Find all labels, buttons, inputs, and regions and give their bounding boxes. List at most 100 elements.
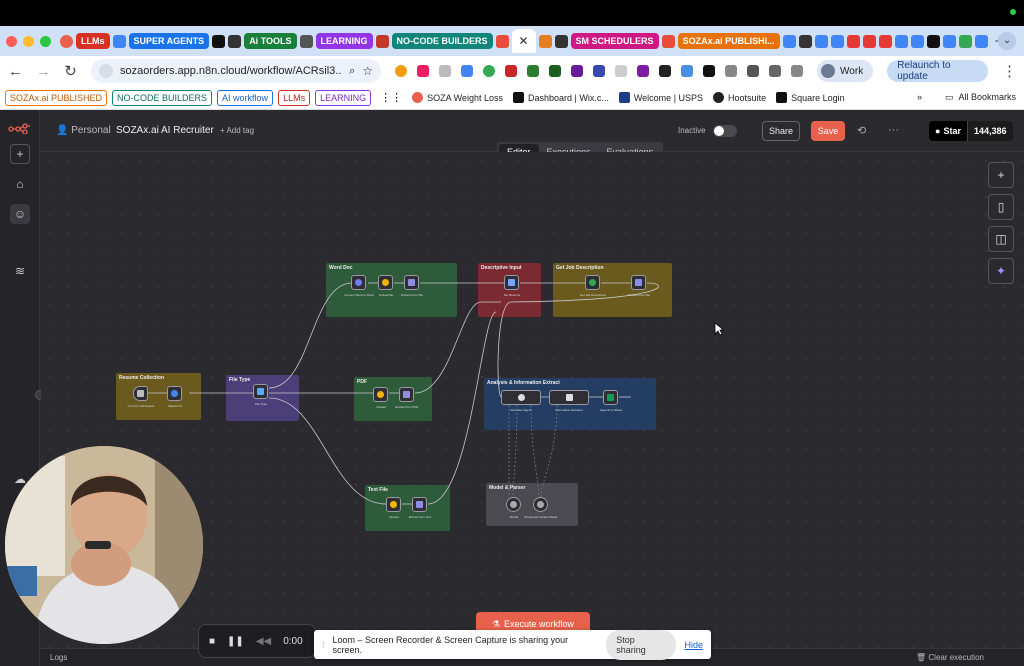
webcam-bubble[interactable] (5, 446, 203, 644)
bookmark-wix-dashboard[interactable]: Dashboard | Wix.c... (512, 92, 609, 103)
bookmark-hootsuite[interactable]: Hootsuite (713, 92, 766, 103)
downloads-icon[interactable] (791, 65, 804, 77)
bookmark-soza-weight-loss[interactable]: SOZA Weight Loss (412, 92, 503, 103)
tab-group-super-agents[interactable]: SUPER AGENTS (128, 33, 210, 49)
tab-favicon[interactable] (878, 34, 892, 48)
github-star-button[interactable]: ● Star 144,386 (929, 121, 1013, 141)
ai-assistant-icon[interactable]: ✦ (988, 258, 1014, 284)
clear-execution-button[interactable]: 🗑 Clear execution (916, 653, 984, 662)
extension-icon[interactable] (461, 65, 474, 77)
close-window-button[interactable] (6, 35, 17, 47)
add-tag-button[interactable]: + Add tag (220, 126, 254, 135)
create-icon[interactable]: + (10, 144, 30, 164)
tab-favicon[interactable] (926, 34, 940, 48)
save-button[interactable]: Save (811, 121, 845, 141)
node-output-parser[interactable] (533, 497, 548, 512)
hide-button[interactable]: Hide (684, 640, 703, 650)
group-text-file[interactable]: Text File (365, 485, 450, 531)
extension-icon[interactable] (681, 65, 694, 77)
extension-icon[interactable] (659, 65, 672, 77)
relaunch-button[interactable]: Relaunch to update (887, 60, 988, 82)
node-recruiter-agent[interactable] (501, 390, 541, 405)
node-upload-resume[interactable] (167, 386, 182, 401)
reading-list-icon[interactable] (769, 65, 782, 77)
node-set-resume[interactable] (504, 275, 519, 290)
node-get-job-description[interactable] (585, 275, 600, 290)
all-bookmarks[interactable]: » ▭ All Bookmarks (917, 92, 1016, 103)
tab-favicon[interactable] (894, 34, 908, 48)
chrome-menu-icon[interactable]: ⋮ (1002, 62, 1017, 80)
pause-icon[interactable]: ❚❚ (227, 636, 244, 647)
layers-icon[interactable]: ≋ (10, 261, 30, 281)
active-tab[interactable]: ✕ (511, 29, 536, 53)
extension-icon[interactable] (417, 65, 430, 77)
group-get-job-description[interactable]: Get Job Description (553, 263, 672, 317)
share-button[interactable]: Share (762, 121, 800, 141)
url-text[interactable]: sozaorders.app.n8n.cloud/workflow/ACRsil… (120, 65, 342, 77)
tab-favicon[interactable] (942, 34, 956, 48)
tab-group-learning[interactable]: LEARNING (315, 33, 373, 49)
tab-favicon[interactable] (862, 34, 876, 48)
extension-icon[interactable] (571, 65, 584, 77)
extension-icon[interactable] (593, 65, 606, 77)
workflow-name[interactable]: SOZAx.ai AI Recruiter (116, 125, 214, 136)
tab-favicon[interactable] (846, 34, 860, 48)
tab-favicon[interactable] (782, 34, 796, 48)
extension-icon[interactable] (395, 65, 408, 77)
tab-group-sozax-publishing[interactable]: SOZAx.ai PUBLISHI... (677, 33, 780, 49)
puzzle-icon[interactable] (747, 65, 760, 77)
user-icon[interactable]: ☺ (10, 204, 30, 224)
group-model-parser[interactable]: Model & Parser (486, 483, 578, 526)
tab-favicon[interactable] (974, 34, 988, 48)
tab-favicon[interactable] (228, 34, 242, 48)
forward-icon[interactable]: → (36, 63, 51, 80)
tab-group-ai-tools[interactable]: Ai TOOLS (244, 33, 297, 49)
bookmark-usps[interactable]: Welcome | USPS (618, 92, 703, 103)
group-resume-collection[interactable]: Resume Collection (116, 373, 201, 420)
extension-icon[interactable] (725, 65, 738, 77)
tab-favicon[interactable] (798, 34, 812, 48)
tab-favicon[interactable] (112, 34, 126, 48)
toggle-panel-icon[interactable]: ◫ (988, 226, 1014, 252)
add-node-icon[interactable]: + (988, 162, 1014, 188)
tab-favicon[interactable] (212, 34, 226, 48)
tab-favicon[interactable] (538, 34, 552, 48)
node-pdf-upload[interactable] (373, 387, 388, 402)
bookmark-group-ai-workflow[interactable]: AI workflow (217, 89, 274, 106)
tab-favicon[interactable] (661, 34, 675, 48)
node-form-trigger[interactable] (133, 386, 148, 401)
group-word-doc[interactable]: Word Doc (326, 263, 457, 317)
bookmark-group-sozax-published[interactable]: SOZAx.ai PUBLISHED (5, 89, 108, 106)
back-icon[interactable]: ← (8, 63, 23, 80)
node-pdf-extract[interactable] (399, 387, 414, 402)
extension-icon[interactable] (637, 65, 650, 77)
extension-icon[interactable] (505, 65, 518, 77)
reload-icon[interactable]: ↻ (64, 62, 77, 80)
n8n-logo-icon[interactable] (8, 122, 32, 134)
extension-icon[interactable] (483, 65, 496, 77)
node-extract-description[interactable] (631, 275, 646, 290)
extension-icon[interactable] (439, 65, 452, 77)
tab-favicon[interactable] (830, 34, 844, 48)
tab-favicon[interactable] (958, 34, 972, 48)
chevron-right-icon[interactable]: » (917, 92, 922, 103)
zoom-icon[interactable]: ⌕ (349, 65, 355, 78)
tab-group-llms[interactable]: LLMs (76, 33, 110, 49)
node-extract-doc[interactable] (404, 275, 419, 290)
tab-favicon[interactable] (60, 34, 73, 48)
logs-toggle[interactable]: Logs (50, 653, 67, 662)
bookmark-group-llms[interactable]: LLMs (278, 89, 311, 106)
extension-icon[interactable] (549, 65, 562, 77)
extension-icon[interactable] (703, 65, 716, 77)
apps-grid-icon[interactable]: ⋮⋮ (380, 91, 402, 104)
sticky-note-icon[interactable]: ▯ (988, 194, 1014, 220)
tab-favicon[interactable] (910, 34, 924, 48)
stop-recording-icon[interactable]: ■ (209, 636, 215, 647)
group-pdf[interactable]: PDF (354, 377, 432, 421)
node-text-extract[interactable] (412, 497, 427, 512)
bookmark-star-icon[interactable]: ☆ (362, 64, 373, 78)
tab-group-sm-schedulers[interactable]: SM SCHEDULERS (570, 33, 659, 49)
tab-favicon[interactable] (495, 34, 509, 48)
tab-favicon[interactable] (375, 34, 389, 48)
profile-button[interactable]: Work (817, 60, 874, 82)
